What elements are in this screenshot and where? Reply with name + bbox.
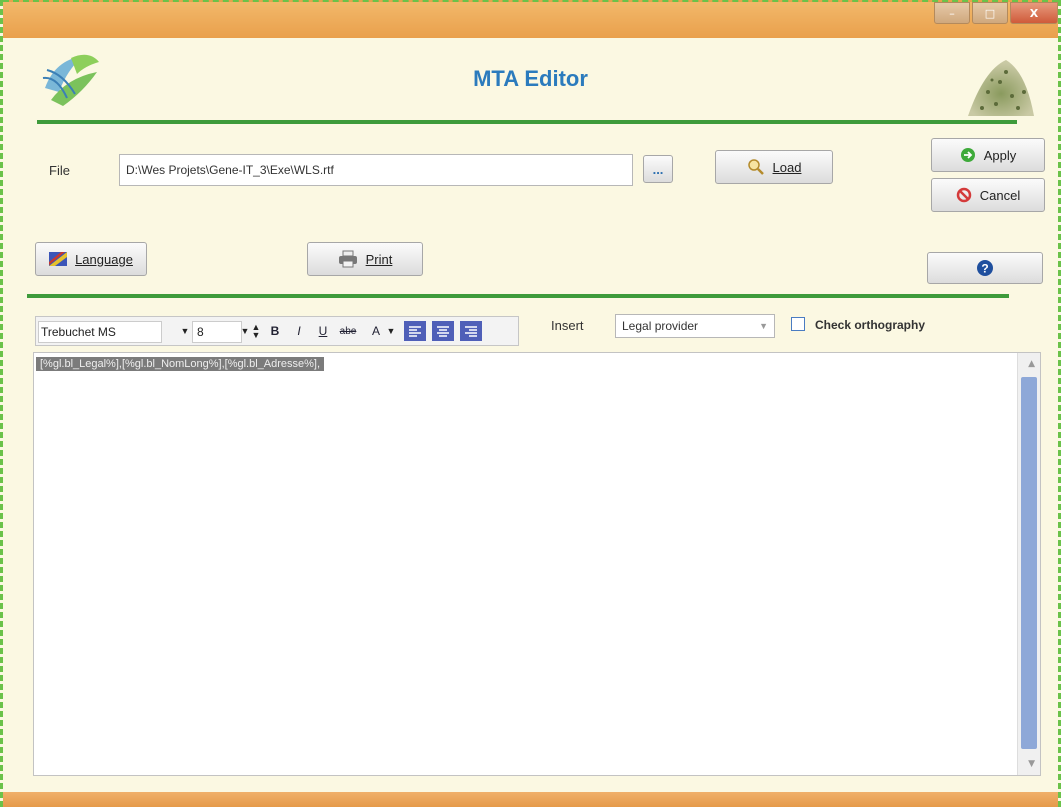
editor-scrollbar[interactable]: ▲ ▼	[1017, 353, 1040, 775]
green-arrow-icon	[960, 148, 975, 162]
file-path-input[interactable]: D:\Wes Projets\Gene-IT_3\Exe\WLS.rtf	[119, 154, 633, 186]
help-button[interactable]: ?	[927, 252, 1043, 284]
language-flag-icon	[49, 252, 68, 266]
minimize-button[interactable]: –	[934, 2, 970, 24]
print-label: Print	[365, 251, 393, 267]
align-left-icon	[409, 326, 421, 337]
print-button[interactable]: Print	[307, 242, 423, 276]
font-size-value: 8	[197, 325, 204, 339]
header-divider	[37, 120, 1017, 124]
font-color-dropdown-arrow[interactable]: ▼	[386, 321, 396, 341]
load-button[interactable]: Load	[715, 150, 833, 184]
browse-label: ...	[652, 161, 664, 177]
editor-selected-text[interactable]: [%gl.bl_Legal%],[%gl.bl_NomLong%],[%gl.b…	[36, 357, 325, 371]
seed-pile-image-icon	[968, 60, 1034, 116]
strikethrough-button[interactable]: abe	[336, 321, 360, 341]
insert-label: Insert	[551, 318, 584, 333]
align-right-button[interactable]	[460, 321, 482, 341]
scroll-down-icon[interactable]: ▼	[1028, 759, 1035, 769]
scrollbar-thumb[interactable]	[1021, 377, 1037, 749]
scroll-up-icon[interactable]: ▲	[1028, 359, 1035, 369]
app-title: MTA Editor	[473, 66, 588, 91]
italic-button[interactable]: I	[290, 321, 308, 341]
align-left-button[interactable]	[404, 321, 426, 341]
cancel-button[interactable]: Cancel	[931, 178, 1045, 212]
help-circle-icon: ?	[977, 260, 993, 276]
font-family-dropdown-arrow[interactable]: ▼	[180, 321, 190, 341]
apply-label: Apply	[983, 147, 1017, 163]
font-family-value: Trebuchet MS	[41, 325, 116, 339]
cancel-label: Cancel	[979, 187, 1021, 203]
bold-button[interactable]: B	[266, 321, 284, 341]
font-size-select[interactable]: 8	[192, 321, 242, 343]
file-label: File	[49, 163, 70, 178]
toolbar-divider	[27, 294, 1009, 298]
insert-selected-value: Legal provider	[622, 319, 699, 333]
check-orthography-checkbox[interactable]	[791, 317, 805, 331]
check-orthography-label: Check orthography	[815, 318, 926, 332]
language-button[interactable]: Language	[35, 242, 147, 276]
rich-text-editor[interactable]: [%gl.bl_Legal%],[%gl.bl_NomLong%],[%gl.b…	[33, 352, 1041, 776]
align-right-icon	[465, 326, 477, 337]
browse-button[interactable]: ...	[643, 155, 673, 183]
font-family-select[interactable]: Trebuchet MS	[38, 321, 162, 343]
font-color-button[interactable]: A	[366, 321, 386, 341]
help-glyph: ?	[981, 262, 988, 276]
cancel-circle-icon	[956, 187, 972, 203]
mta-editor-window: – □ X MTA Editor File D:\Wes Projets\Gen…	[0, 0, 1061, 807]
insert-select[interactable]: Legal provider ▼	[615, 314, 775, 338]
insert-dropdown-arrow-icon: ▼	[759, 321, 768, 331]
printer-icon	[338, 250, 357, 268]
window-bottom-border	[3, 792, 1058, 807]
font-size-spinner[interactable]: ▲ ▼	[250, 321, 262, 341]
align-center-button[interactable]	[432, 321, 454, 341]
magnifier-icon	[747, 159, 764, 175]
language-label: Language	[75, 251, 133, 267]
font-size-dropdown-arrow[interactable]: ▼	[240, 321, 250, 341]
align-center-icon	[437, 326, 449, 337]
close-button[interactable]: X	[1010, 2, 1058, 24]
maximize-button[interactable]: □	[972, 2, 1008, 24]
format-toolbar: Trebuchet MS ▼ 8 ▼ ▲ ▼ B I U abe A ▼	[35, 316, 519, 346]
load-label: Load	[772, 159, 802, 175]
window-titlebar: – □ X	[3, 0, 1058, 38]
apply-button[interactable]: Apply	[931, 138, 1045, 172]
underline-button[interactable]: U	[314, 321, 332, 341]
